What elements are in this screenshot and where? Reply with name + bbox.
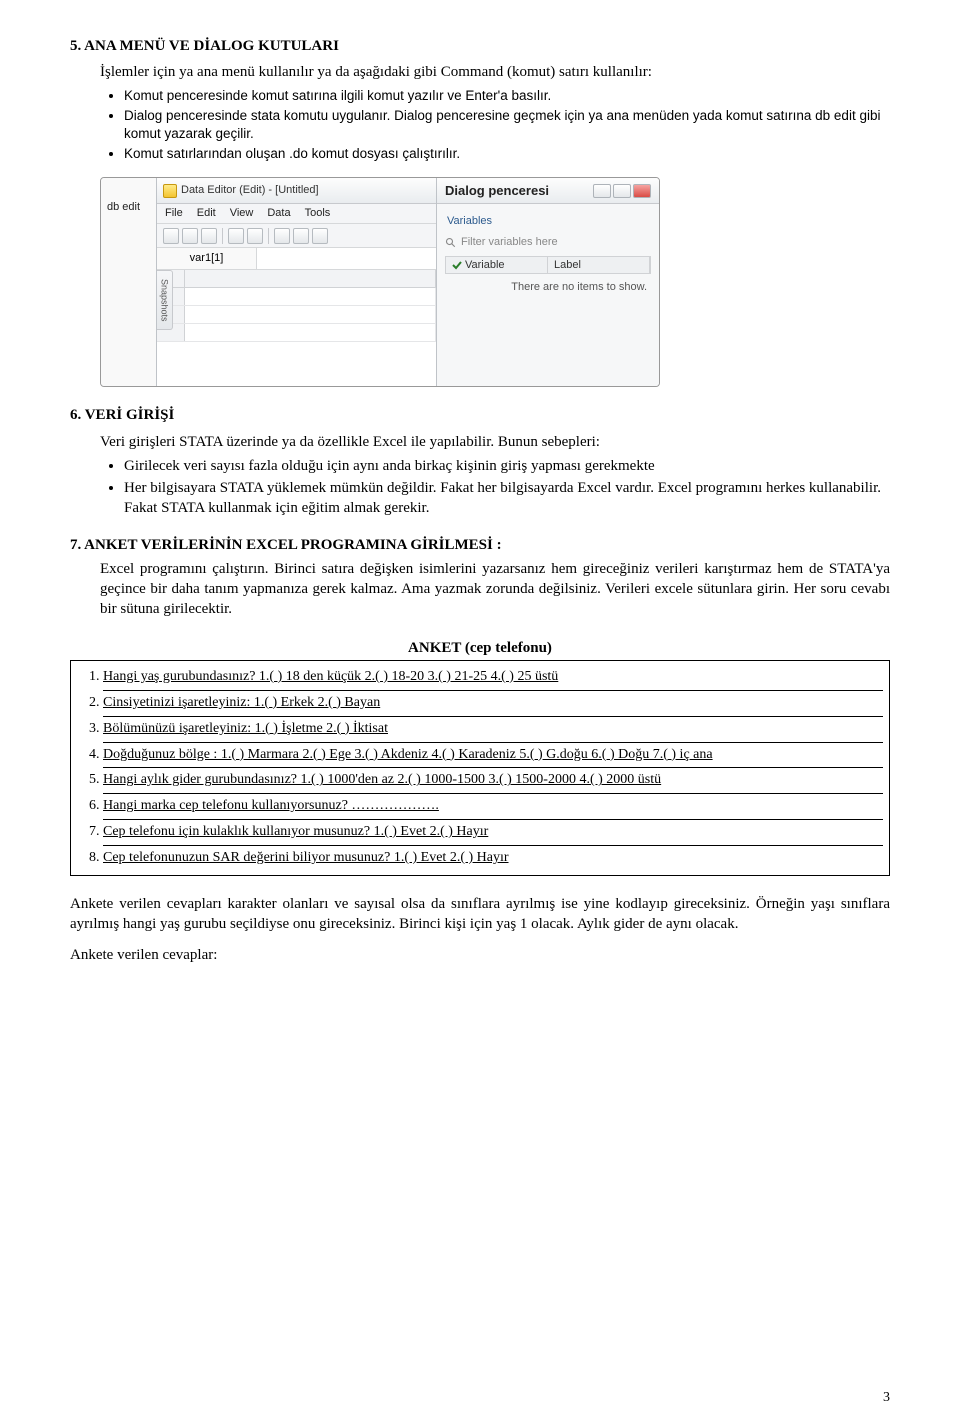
menu-tools[interactable]: Tools xyxy=(305,206,331,221)
col-label[interactable]: Label xyxy=(548,257,650,273)
cell-reference-bar: var1[1] xyxy=(157,248,436,270)
variables-heading: Variables xyxy=(445,210,651,233)
search-icon xyxy=(445,237,457,249)
anket-q3: Bölümünüzü işaretleyiniz: 1.( ) İşletme … xyxy=(103,717,883,743)
dialog-titlebar: Dialog penceresi xyxy=(437,178,659,204)
maximize-icon[interactable] xyxy=(613,184,631,198)
stata-screenshot: db edit Data Editor (Edit) - [Untitled] … xyxy=(100,177,660,387)
anket-q8: Cep telefonunuzun SAR değerini biliyor m… xyxy=(103,846,883,871)
close-icon[interactable] xyxy=(633,184,651,198)
data-editor-icon xyxy=(163,184,177,198)
tool-icon[interactable] xyxy=(163,228,179,244)
data-grid[interactable] xyxy=(157,270,436,386)
section6-bullets: Girilecek veri sayısı fazla olduğu için … xyxy=(124,456,890,519)
variables-pane: Variables Filter variables here Variable… xyxy=(437,204,659,307)
snapshots-tab[interactable]: Snapshots xyxy=(157,270,173,330)
shot-dialog-panel: Dialog penceresi Variables Filter variab… xyxy=(437,178,659,386)
section6-bullet-1: Girilecek veri sayısı fazla olduğu için … xyxy=(124,456,890,476)
minimize-icon[interactable] xyxy=(593,184,611,198)
tool-icon[interactable] xyxy=(201,228,217,244)
section6-intro: Veri girişleri STATA üzerinde ya da özel… xyxy=(100,432,890,452)
cell-reference: var1[1] xyxy=(157,248,257,269)
variables-filter[interactable]: Filter variables here xyxy=(445,233,651,256)
section5-intro: İşlemler için ya ana menü kullanılır ya … xyxy=(100,62,890,82)
after-anket: Ankete verilen cevapları karakter olanla… xyxy=(70,894,890,965)
tool-icon[interactable] xyxy=(312,228,328,244)
command-text: db edit xyxy=(107,200,140,215)
section6-bullet-2: Her bilgisayara STATA yüklemek mümkün de… xyxy=(124,478,890,519)
anket-box: Hangi yaş gurubundasınız? 1.( ) 18 den k… xyxy=(70,660,890,876)
after-p1: Ankete verilen cevapları karakter olanla… xyxy=(70,894,890,935)
page-number: 3 xyxy=(883,1389,890,1408)
check-icon xyxy=(452,260,462,270)
tool-icon[interactable] xyxy=(274,228,290,244)
menu-file[interactable]: File xyxy=(165,206,183,221)
section5-bullets: Komut penceresinde komut satırına ilgili… xyxy=(124,87,890,164)
col-variable-label: Variable xyxy=(465,258,505,273)
anket-title: ANKET (cep telefonu) xyxy=(70,638,890,658)
anket-q2: Cinsiyetinizi işaretleyiniz: 1.( ) Erkek… xyxy=(103,691,883,717)
data-editor-title: Data Editor (Edit) - [Untitled] xyxy=(181,183,319,198)
data-editor-titlebar: Data Editor (Edit) - [Untitled] xyxy=(157,178,436,204)
variables-columns: Variable Label xyxy=(445,256,651,274)
dialog-title: Dialog penceresi xyxy=(445,182,549,200)
section6-heading: 6. VERİ GİRİŞİ xyxy=(70,405,890,425)
anket-q5: Hangi aylık gider gurubundasınız? 1.( ) … xyxy=(103,768,883,794)
shot-data-editor: Data Editor (Edit) - [Untitled] File Edi… xyxy=(157,178,437,386)
tool-icon[interactable] xyxy=(293,228,309,244)
anket-q6: Hangi marka cep telefonu kullanıyorsunuz… xyxy=(103,794,883,820)
shot-command-column: db edit xyxy=(101,178,157,386)
toolbar-separator xyxy=(268,228,269,244)
menu-data[interactable]: Data xyxy=(267,206,290,221)
menu-view[interactable]: View xyxy=(230,206,254,221)
anket-q7: Cep telefonu için kulaklık kullanıyor mu… xyxy=(103,820,883,846)
anket-list: Hangi yaş gurubundasınız? 1.( ) 18 den k… xyxy=(103,665,883,871)
menu-bar[interactable]: File Edit View Data Tools xyxy=(157,204,436,224)
section5-heading: 5. ANA MENÜ VE DİALOG KUTULARI xyxy=(70,36,890,56)
anket-q4: Doğduğunuz bölge : 1.( ) Marmara 2.( ) E… xyxy=(103,743,883,769)
toolbar xyxy=(157,224,436,248)
tool-icon[interactable] xyxy=(247,228,263,244)
anket-q1: Hangi yaş gurubundasınız? 1.( ) 18 den k… xyxy=(103,665,883,691)
tool-icon[interactable] xyxy=(228,228,244,244)
col-variable[interactable]: Variable xyxy=(446,257,548,273)
section7-para: Excel programını çalıştırın. Birinci sat… xyxy=(100,559,890,620)
tool-icon[interactable] xyxy=(182,228,198,244)
no-items-text: There are no items to show. xyxy=(445,274,651,301)
section5-bullet-2: Dialog penceresinde stata komutu uygulan… xyxy=(124,107,890,143)
section7-heading: 7. ANKET VERİLERİNİN EXCEL PROGRAMINA Gİ… xyxy=(70,535,890,555)
menu-edit[interactable]: Edit xyxy=(197,206,216,221)
section5-bullet-3: Komut satırlarından oluşan .do komut dos… xyxy=(124,145,890,163)
toolbar-separator xyxy=(222,228,223,244)
filter-placeholder: Filter variables here xyxy=(461,235,558,250)
section5-bullet-1: Komut penceresinde komut satırına ilgili… xyxy=(124,87,890,105)
after-p2: Ankete verilen cevaplar: xyxy=(70,945,890,965)
